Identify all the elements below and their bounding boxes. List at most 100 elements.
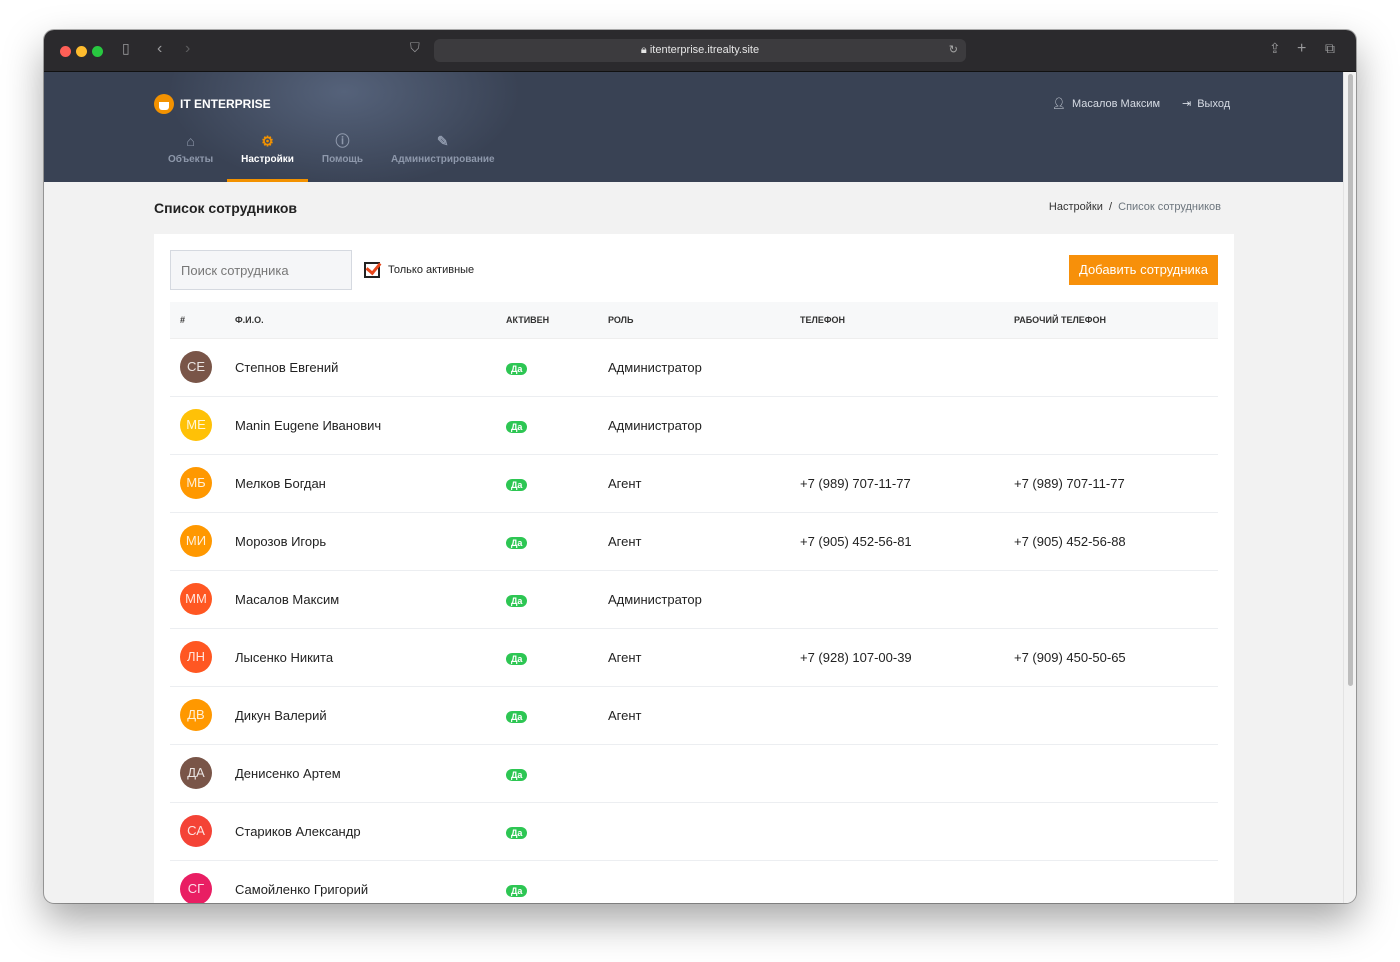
avatar: СЕ [180,351,212,383]
minimize-window-button[interactable] [76,46,87,57]
employee-name[interactable]: Самойленко Григорий [225,860,496,903]
user-icon: 👤︎ [1052,98,1066,110]
work-phone: +7 (909) 450-50-65 [1004,628,1218,687]
active-cell: Да [496,628,598,687]
avatar: ЛН [180,641,212,673]
forward-icon[interactable]: › [185,40,190,58]
employee-name[interactable]: Стариков Александр [225,802,496,861]
table-row[interactable]: ДА Денисенко Артем Да [170,744,1218,803]
logo[interactable]: IT ENTERPRISE [154,94,271,114]
nav-settings[interactable]: ⚙ Настройки [227,132,308,182]
info-icon: ⓘ [335,133,350,149]
employee-name[interactable]: Денисенко Артем [225,744,496,803]
role: Агент [598,512,790,571]
logout-label: Выход [1197,97,1231,110]
table-row[interactable]: СГ Самойленко Григорий Да [170,860,1218,903]
address-bar[interactable]: 🔒︎ itenterprise.itrealty.site ↻ [434,39,966,62]
nav-admin[interactable]: ✎ Администрирование [377,132,509,182]
logo-text: IT ENTERPRISE [180,97,271,111]
only-active-checkbox[interactable]: Только активные [364,262,474,278]
work-phone [1004,860,1218,903]
maximize-window-button[interactable] [92,46,103,57]
work-phone [1004,570,1218,629]
nav-label: Администрирование [391,154,495,165]
table-row[interactable]: ME Manin Eugene Иванович Да Администрато… [170,396,1218,455]
role: Агент [598,686,790,745]
role [598,860,790,903]
active-cell: Да [496,512,598,571]
table-row[interactable]: ДВ Дикун Валерий Да Агент [170,686,1218,745]
avatar: ME [180,409,212,441]
employee-name[interactable]: Масалов Максим [225,570,496,629]
employee-name[interactable]: Мелков Богдан [225,454,496,513]
phone: +7 (905) 452-56-81 [790,512,1004,571]
tabs-overview-icon[interactable]: ⧉ [1325,40,1335,57]
table-row[interactable]: МБ Мелков Богдан Да Агент +7 (989) 707-1… [170,454,1218,513]
browser-toolbar: ▯ ‹ › ⛉ 🔒︎ itenterprise.itrealty.site ↻ ⇪… [44,30,1356,72]
logout-link[interactable]: ⇥ Выход [1182,97,1231,111]
back-icon[interactable]: ‹ [157,40,162,58]
phone [790,802,1004,861]
phone [790,396,1004,455]
employee-name[interactable]: Дикун Валерий [225,686,496,745]
role [598,802,790,861]
phone [790,338,1004,397]
table-row[interactable]: СА Стариков Александр Да [170,802,1218,861]
status-badge: Да [506,594,528,607]
user-menu[interactable]: 👤︎ Масалов Максим [1052,97,1160,111]
avatar: СГ [180,873,212,903]
add-employee-button[interactable]: Добавить сотрудника [1069,255,1218,285]
close-window-button[interactable] [60,46,71,57]
status-badge: Да [506,826,528,839]
employee-name[interactable]: Лысенко Никита [225,628,496,687]
avatar-cell: СГ [170,860,225,903]
role: Агент [598,454,790,513]
status-badge: Да [506,362,528,375]
logout-icon: ⇥ [1182,98,1192,110]
table-row[interactable]: ЛН Лысенко Никита Да Агент +7 (928) 107-… [170,628,1218,687]
column-header: АКТИВЕН [496,302,598,339]
work-phone [1004,338,1218,397]
browser-window: ▯ ‹ › ⛉ 🔒︎ itenterprise.itrealty.site ↻ ⇪… [44,30,1356,903]
breadcrumb-settings[interactable]: Настройки [1049,201,1103,213]
table-row[interactable]: СЕ Степнов Евгений Да Администратор [170,338,1218,397]
employee-name[interactable]: Manin Eugene Иванович [225,396,496,455]
active-cell: Да [496,570,598,629]
search-input[interactable]: Поиск сотрудника [170,250,352,290]
nav-help[interactable]: ⓘ Помощь [308,132,377,182]
scrollbar-thumb[interactable] [1348,74,1353,686]
status-badge: Да [506,652,528,665]
phone: +7 (989) 707-11-77 [790,454,1004,513]
avatar: ДВ [180,699,212,731]
share-icon[interactable]: ⇪ [1269,40,1281,57]
sidebar-toggle-icon[interactable]: ▯ [122,40,130,57]
status-badge: Да [506,768,528,781]
nav-label: Объекты [168,154,214,165]
gear-icon: ⚙ [261,133,274,149]
employee-name[interactable]: Морозов Игорь [225,512,496,571]
avatar-cell: МБ [170,454,225,513]
avatar-cell: СЕ [170,338,225,397]
status-badge: Да [506,536,528,549]
avatar-cell: ДВ [170,686,225,745]
shield-icon[interactable]: ⛉ [410,40,420,56]
app-header: IT ENTERPRISE 👤︎ Масалов Максим ⇥ Выход ⌂ О… [44,72,1356,182]
role: Администратор [598,396,790,455]
lock-icon: 🔒︎ [640,44,650,56]
employee-name[interactable]: Степнов Евгений [225,338,496,397]
role: Агент [598,628,790,687]
table-row[interactable]: ММ Масалов Максим Да Администратор [170,570,1218,629]
new-tab-icon[interactable]: + [1297,40,1306,58]
active-cell: Да [496,802,598,861]
table-row[interactable]: МИ Морозов Игорь Да Агент +7 (905) 452-5… [170,512,1218,571]
checkbox-label: Только активные [388,264,475,276]
active-cell: Да [496,744,598,803]
nav-objects[interactable]: ⌂ Объекты [154,132,227,182]
phone [790,686,1004,745]
active-cell: Да [496,454,598,513]
scrollbar[interactable] [1343,72,1356,903]
home-icon: ⌂ [186,133,195,149]
nav-label: Помощь [321,154,364,165]
phone [790,860,1004,903]
reload-icon[interactable]: ↻ [949,39,958,62]
